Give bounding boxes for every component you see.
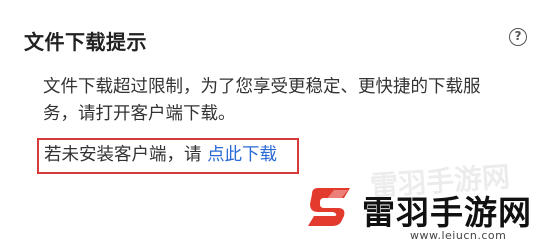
download-link[interactable]: 点此下载 (207, 145, 277, 165)
dialog-message: 文件下载超过限制，为了您享受更稳定、更快捷的下载服务，请打开客户端下载。 (43, 77, 481, 124)
dialog-title: 文件下载提示 (24, 30, 147, 54)
leiyu-logo-icon (308, 188, 350, 226)
question-circle-icon[interactable]: ? (509, 28, 527, 46)
install-prompt: 若未安装客户端，请 点此下载 (44, 143, 277, 167)
download-limit-dialog: 文件下载提示 ? 文件下载超过限制，为了您享受更稳定、更快捷的下载服务，请打开客… (0, 0, 552, 248)
watermark-site-name: 雷羽手游网 (362, 193, 532, 232)
install-prompt-text: 若未安装客户端，请 (44, 145, 208, 165)
watermark-url: www.leiucn.com (410, 229, 507, 242)
